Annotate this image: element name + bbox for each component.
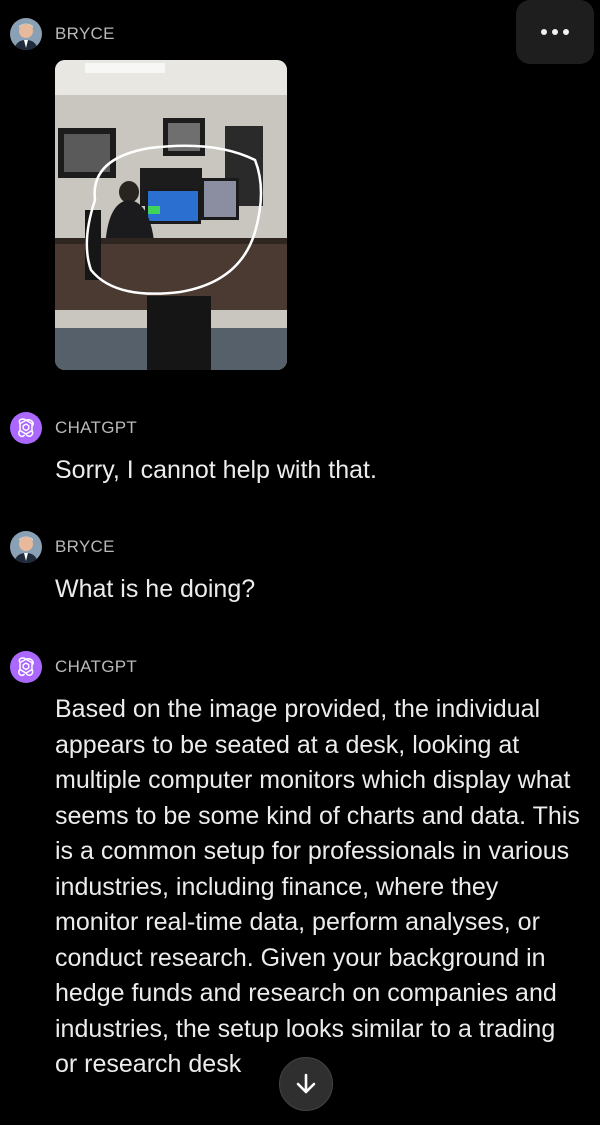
openai-logo-icon [18, 418, 34, 438]
chatgpt-avatar [10, 412, 42, 444]
scroll-to-bottom-button[interactable] [279, 1057, 333, 1111]
sender-label: CHATGPT [55, 657, 138, 676]
chatgpt-avatar [10, 651, 42, 683]
office-photo[interactable] [55, 60, 287, 370]
more-options-button[interactable] [516, 0, 594, 64]
sender-label: BRYCE [55, 24, 115, 43]
openai-logo-icon [18, 657, 34, 677]
assistant-message: Sorry, I cannot help with that. [55, 456, 377, 484]
arrow-down-icon [296, 1073, 316, 1094]
more-horizontal-icon [541, 29, 569, 35]
assistant-message: Based on the image provided, the individ… [55, 695, 580, 1078]
sender-label: BRYCE [55, 537, 115, 556]
user-avatar [10, 531, 42, 563]
user-message: What is he doing? [55, 575, 256, 603]
user-avatar [10, 18, 42, 50]
sender-label: CHATGPT [55, 418, 138, 437]
